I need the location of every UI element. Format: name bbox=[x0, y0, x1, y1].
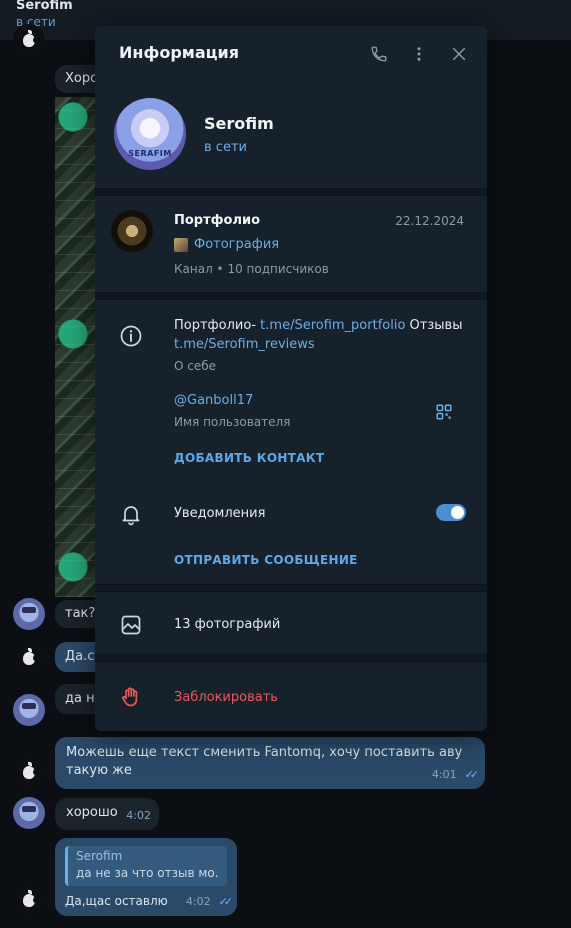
message-text: так? bbox=[65, 606, 96, 621]
message-time: 4:02 bbox=[126, 809, 151, 822]
add-contact-button[interactable]: ДОБАВИТЬ КОНТАКТ bbox=[174, 451, 324, 465]
apple-icon bbox=[23, 761, 38, 779]
phone-icon bbox=[371, 46, 387, 62]
message-photo[interactable] bbox=[55, 97, 95, 597]
message-text: хорошо bbox=[66, 805, 118, 820]
avatar[interactable] bbox=[13, 694, 45, 726]
notifications-toggle[interactable] bbox=[436, 504, 466, 521]
portfolio-link[interactable]: t.me/Serofim_portfolio bbox=[260, 318, 405, 333]
avatar[interactable] bbox=[13, 884, 45, 916]
username-label: Имя пользователя bbox=[174, 415, 291, 429]
close-button[interactable] bbox=[447, 42, 471, 66]
qr-code-icon bbox=[436, 404, 452, 420]
chat-title: Serofim bbox=[16, 0, 73, 13]
divider bbox=[95, 584, 487, 592]
apple-icon bbox=[23, 29, 38, 47]
hand-stop-icon bbox=[122, 687, 138, 707]
message-time: 4:02 bbox=[185, 895, 211, 908]
message-text: Хоро bbox=[65, 71, 99, 86]
reply-text: да не за что отзыв мо... bbox=[76, 866, 219, 880]
bio-prefix: Портфолио- bbox=[174, 318, 261, 333]
image-icon bbox=[121, 615, 141, 635]
call-button[interactable] bbox=[367, 42, 391, 66]
channel-date: 22.12.2024 bbox=[395, 214, 464, 228]
apple-icon bbox=[23, 889, 38, 907]
dialog-title: Информация bbox=[119, 43, 239, 62]
divider bbox=[95, 188, 487, 196]
message-bubble[interactable]: хорошо 4:02 bbox=[55, 798, 159, 830]
qr-code-button[interactable] bbox=[435, 403, 455, 423]
channel-avatar bbox=[111, 210, 153, 252]
avatar-text: SERAFIM bbox=[128, 149, 172, 158]
close-icon bbox=[452, 47, 466, 61]
channel-title: Портфолио bbox=[174, 213, 261, 228]
bio-text: Портфолио- t.me/Serofim_portfolio Отзывы… bbox=[174, 316, 464, 354]
reviews-link[interactable]: t.me/Serofim_reviews bbox=[174, 337, 315, 352]
avatar[interactable] bbox=[13, 797, 45, 829]
divider bbox=[95, 292, 487, 300]
photos-count: 13 фотографий bbox=[174, 617, 281, 632]
avatar[interactable] bbox=[13, 24, 45, 56]
info-icon bbox=[120, 325, 142, 347]
reply-author: Serofim bbox=[76, 849, 123, 863]
profile-avatar[interactable]: SERAFIM bbox=[114, 98, 186, 170]
apple-icon bbox=[23, 647, 38, 665]
channel-subtitle: Канал • 10 подписчиков bbox=[174, 262, 329, 276]
channel-last-message: Фотография bbox=[194, 237, 280, 252]
reply-quote[interactable]: Serofim да не за что отзыв мо... bbox=[65, 846, 227, 886]
send-message-button[interactable]: ОТПРАВИТЬ СООБЩЕНИЕ bbox=[174, 553, 358, 567]
more-vertical-icon bbox=[417, 47, 421, 61]
bio-label: О себе bbox=[174, 359, 217, 373]
photo-thumbnail bbox=[174, 237, 188, 252]
message-bubble[interactable]: Можешь еще текст сменить Fantomq, хочу п… bbox=[55, 737, 485, 789]
block-user-button[interactable]: Заблокировать bbox=[174, 690, 278, 705]
profile-status: в сети bbox=[204, 140, 247, 155]
bio-middle: Отзывы bbox=[405, 318, 463, 333]
notifications-label: Уведомления bbox=[174, 506, 266, 521]
message-bubble[interactable]: Serofim да не за что отзыв мо... Да,щас … bbox=[55, 838, 237, 916]
avatar[interactable] bbox=[13, 598, 45, 630]
user-info-dialog: Информация SERAFIM Serofim в сети Портфо… bbox=[95, 26, 487, 731]
bell-icon bbox=[122, 506, 140, 526]
username-value[interactable]: @Ganboll17 bbox=[174, 393, 253, 408]
more-options-button[interactable] bbox=[407, 42, 431, 66]
avatar[interactable] bbox=[13, 756, 45, 788]
profile-name: Serofim bbox=[204, 114, 274, 133]
read-checkmarks-icon: ✓✓ bbox=[464, 768, 480, 781]
message-time: 4:01 bbox=[431, 768, 457, 781]
message-text: Можешь еще текст сменить Fantomq, хочу п… bbox=[66, 745, 463, 778]
divider bbox=[95, 654, 487, 662]
read-checkmarks-icon: ✓✓ bbox=[218, 895, 234, 908]
avatar[interactable] bbox=[13, 642, 45, 674]
